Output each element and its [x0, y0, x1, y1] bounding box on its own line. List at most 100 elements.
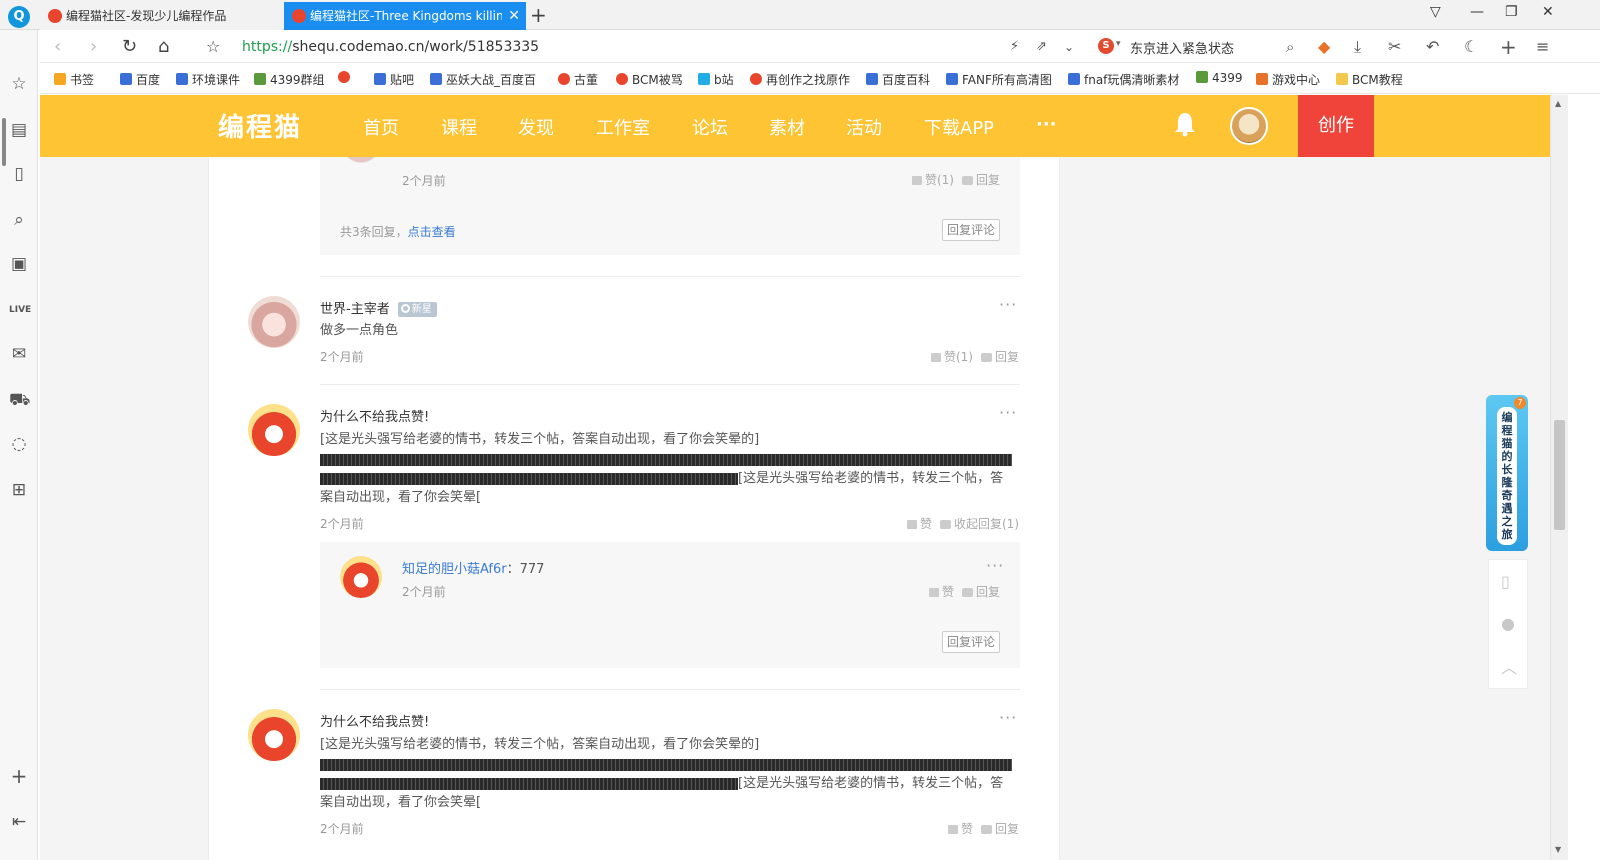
more-options-icon[interactable]: ··· [999, 295, 1017, 314]
nav-discover[interactable]: 发现 [518, 114, 554, 140]
translate-icon[interactable]: ⊞ [9, 480, 29, 500]
search-icon[interactable]: ⌕ [9, 210, 29, 230]
bookmark-item[interactable]: 环境课件 [176, 71, 240, 88]
share-icon[interactable]: ⇗ [1036, 37, 1047, 57]
bookmark-item[interactable]: 4399群组 [254, 71, 325, 88]
video-icon[interactable]: ▣ [9, 254, 29, 274]
bookmark-item[interactable]: 百度百科 [866, 71, 930, 88]
bookmark-item[interactable]: BCM被骂 [616, 71, 683, 88]
bookmark-item[interactable]: 书签 [54, 71, 94, 88]
reload-icon[interactable]: ↻ [122, 37, 137, 57]
bookmark-item[interactable]: fnaf玩偶清晰素材 [1068, 71, 1179, 88]
reply-button[interactable]: 回复 [995, 822, 1019, 836]
nav-courses[interactable]: 课程 [441, 114, 477, 140]
bell-icon[interactable] [1174, 111, 1196, 137]
minimize-button[interactable]: — [1470, 4, 1484, 20]
bookmark-item[interactable]: FANF所有高清图 [946, 71, 1052, 88]
bookmark-item[interactable]: 古董 [558, 71, 598, 88]
collapse-sidebar-icon[interactable]: ⇤ [9, 812, 29, 832]
reply-button[interactable]: 回复 [976, 173, 1000, 187]
vertical-scrollbar[interactable]: ▲ ▼ [1550, 95, 1568, 860]
download-icon[interactable]: ⤓ [1354, 37, 1361, 57]
reply-username[interactable]: 知足的胆小菇Af6r [402, 562, 507, 577]
menu-lines-icon[interactable]: ≡ [1536, 37, 1549, 57]
favorites-star-icon[interactable]: ☆ [9, 74, 29, 94]
back-to-top-icon[interactable]: ︿ [1501, 654, 1517, 678]
tab-close-icon[interactable]: ✕ [508, 2, 520, 30]
game-icon[interactable]: ◆ [1318, 37, 1330, 57]
bookmark-item[interactable]: 百度 [120, 71, 160, 88]
tab-discover[interactable]: 编程猫社区-发现少儿编程作品 [40, 2, 282, 30]
reply-button[interactable]: 回复 [976, 585, 1000, 599]
username[interactable]: 世界-主宰者 [320, 302, 390, 317]
like-button[interactable]: 赞(1) [925, 173, 954, 187]
reply-comment-button[interactable]: 回复评论 [942, 219, 1000, 241]
bookmark-item[interactable]: 游戏中心 [1256, 71, 1320, 88]
news-icon[interactable]: ▤ [9, 120, 29, 140]
reply-comment-button[interactable]: 回复评论 [942, 631, 1000, 653]
nav-download-app[interactable]: 下载APP [924, 114, 994, 140]
maximize-button[interactable]: ❐ [1505, 4, 1518, 20]
live-icon[interactable]: LIVE [9, 300, 31, 320]
more-options-icon[interactable]: ··· [999, 403, 1017, 422]
bookmark-item[interactable]: b站 [698, 71, 734, 88]
bookmark-item[interactable]: 再创作之找原作 [750, 71, 850, 88]
nav-events[interactable]: 活动 [846, 114, 882, 140]
view-replies-link[interactable]: 点击查看 [408, 225, 456, 239]
nav-forum[interactable]: 论坛 [692, 114, 728, 140]
cart-icon[interactable]: ⛟ [9, 390, 30, 410]
like-button[interactable]: 赞(1) [944, 350, 973, 364]
bookmark-item[interactable]: 巫妖大战_百度百 [430, 71, 536, 88]
menu-icon[interactable]: ▽ [1430, 4, 1441, 20]
browser-logo-icon[interactable]: Q [8, 6, 30, 28]
bookmark-folder[interactable]: BCM教程 [1336, 71, 1403, 88]
search-box[interactable]: S ▾ 东京进入紧急状态 [1098, 36, 1308, 58]
like-button[interactable]: 赞 [961, 822, 973, 836]
scroll-down-icon[interactable]: ▼ [1555, 845, 1561, 854]
scroll-up-icon[interactable]: ▲ [1555, 99, 1561, 108]
back-icon[interactable]: ‹ [54, 37, 61, 57]
bookmark-item[interactable]: 贴吧 [374, 71, 414, 88]
more-options-icon[interactable]: ··· [999, 708, 1017, 727]
night-mode-icon[interactable]: ☾ [1464, 37, 1478, 57]
chevron-down-icon[interactable]: ⌄ [1064, 37, 1074, 57]
nav-home[interactable]: 首页 [363, 114, 399, 140]
avatar[interactable] [340, 556, 382, 598]
like-button[interactable]: 赞 [920, 517, 932, 531]
flash-icon[interactable]: ⚡ [1010, 37, 1019, 57]
star-icon[interactable]: ☆ [206, 37, 220, 57]
close-window-button[interactable]: ✕ [1542, 4, 1554, 20]
more-options-icon[interactable]: ··· [986, 556, 1004, 575]
undo-icon[interactable]: ↶ [1426, 37, 1439, 57]
chat-icon[interactable]: ◌ [9, 434, 29, 454]
site-logo[interactable]: 编程猫 [218, 107, 302, 144]
bookmark-item[interactable] [338, 71, 354, 85]
create-button[interactable]: 创作 [1298, 95, 1374, 157]
qq-icon[interactable]: ● [1501, 614, 1515, 633]
book-icon[interactable]: ▯ [9, 164, 29, 184]
reply-button[interactable]: 回复 [995, 350, 1019, 364]
scrollbar-thumb[interactable] [1554, 420, 1565, 530]
search-icon[interactable]: ⌕ [1286, 37, 1294, 57]
home-icon[interactable]: ⌂ [158, 37, 169, 57]
add-icon[interactable]: + [9, 766, 29, 786]
promo-banner[interactable]: 7 编程猫的长隆奇遇之旅 [1486, 395, 1528, 551]
bookmark-item[interactable]: 4399 [1196, 71, 1243, 85]
avatar[interactable] [248, 296, 300, 348]
like-button[interactable]: 赞 [942, 585, 954, 599]
cut-icon[interactable]: ✂ [1388, 37, 1401, 57]
tab-work[interactable]: 编程猫社区-Three Kingdoms killin ✕ [284, 2, 526, 30]
mail-icon[interactable]: ✉ [9, 344, 29, 364]
url-field[interactable]: https://shequ.codemao.cn/work/51853335 [242, 39, 539, 55]
nav-materials[interactable]: 素材 [769, 114, 805, 140]
add-icon[interactable]: + [1500, 37, 1517, 57]
mobile-icon[interactable]: ▯ [1501, 572, 1510, 591]
nav-studio[interactable]: 工作室 [596, 114, 650, 140]
avatar[interactable] [248, 404, 300, 456]
user-avatar[interactable] [1230, 107, 1268, 145]
new-tab-button[interactable]: + [530, 2, 547, 28]
nav-more[interactable]: ··· [1036, 114, 1057, 135]
forward-icon[interactable]: › [90, 37, 97, 57]
avatar[interactable] [248, 709, 300, 761]
username[interactable]: 为什么不给我点赞! [320, 711, 429, 730]
